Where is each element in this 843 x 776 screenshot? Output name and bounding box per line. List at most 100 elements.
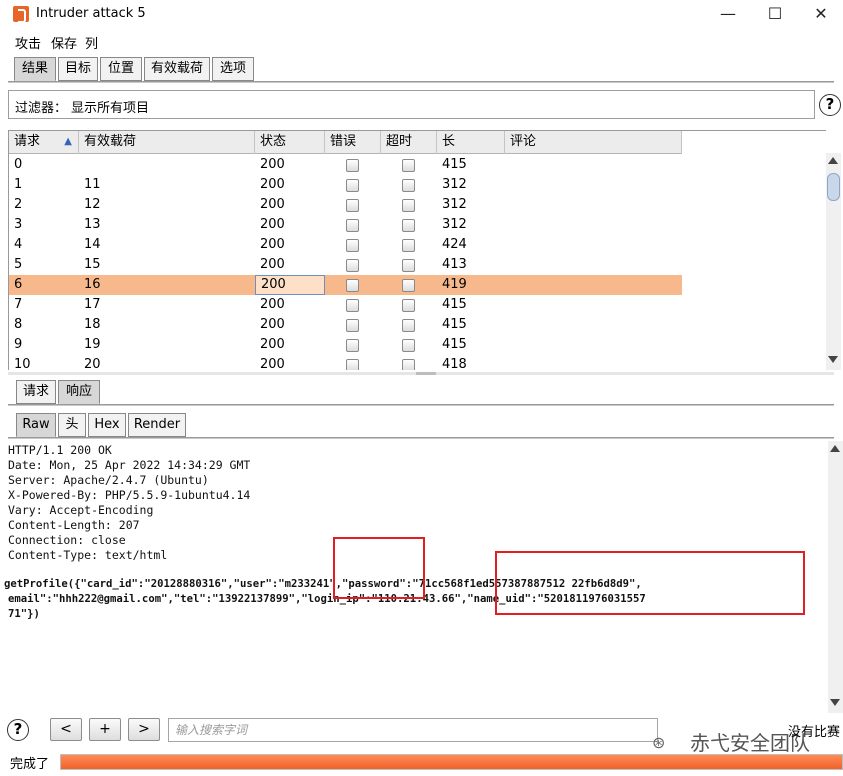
col-timeout[interactable]: 超时 (381, 131, 437, 154)
scroll-thumb[interactable] (827, 173, 840, 201)
filter-label: 过滤器： (15, 101, 68, 116)
tab-options[interactable]: 选项 (212, 57, 254, 81)
cell-request: 7 (14, 297, 23, 312)
table-header: 请求 ▲ 有效载荷 状态 错误 超时 长 评论 (9, 131, 682, 154)
close-button[interactable]: ✕ (798, 0, 843, 30)
search-bar: ? < + > 赤弋安全团队 ⊛ 没有比赛 (0, 715, 843, 755)
timeout-checkbox[interactable] (402, 339, 415, 352)
cell-request: 1 (14, 177, 23, 192)
tab-payloads[interactable]: 有效载荷 (144, 57, 210, 81)
error-checkbox[interactable] (346, 219, 359, 232)
error-checkbox[interactable] (346, 239, 359, 252)
results-table: 请求 ▲ 有效载荷 状态 错误 超时 长 评论 0 200 415 1 11 200 312… (8, 130, 826, 370)
col-status[interactable]: 状态 (255, 131, 325, 154)
error-checkbox[interactable] (346, 339, 359, 352)
table-row[interactable]: 4 14 200 424 (9, 235, 682, 255)
filter-bar[interactable]: 过滤器： 显示所有项目 (8, 90, 815, 119)
cell-length: 312 (442, 217, 467, 232)
table-row[interactable]: 5 15 200 413 (9, 255, 682, 275)
error-checkbox[interactable] (346, 179, 359, 192)
search-input[interactable] (168, 718, 658, 742)
error-checkbox[interactable] (346, 199, 359, 212)
cell-payload: 15 (84, 257, 101, 272)
tab-response[interactable]: 响应 (58, 380, 100, 404)
timeout-checkbox[interactable] (402, 199, 415, 212)
timeout-checkbox[interactable] (402, 319, 415, 332)
error-checkbox[interactable] (346, 259, 359, 272)
col-comment[interactable]: 评论 (505, 131, 682, 154)
cell-length: 418 (442, 357, 467, 370)
col-length[interactable]: 长 (437, 131, 505, 154)
prev-match-button[interactable]: < (50, 718, 82, 741)
response-viewer[interactable]: HTTP/1.1 200 OK Date: Mon, 25 Apr 2022 1… (0, 441, 828, 713)
table-row[interactable]: 2 12 200 312 (9, 195, 682, 215)
table-row[interactable]: 3 13 200 312 (9, 215, 682, 235)
cell-request: 2 (14, 197, 23, 212)
response-scrollbar[interactable] (828, 441, 843, 713)
search-help-icon[interactable]: ? (7, 719, 29, 741)
user-highlight-box (333, 537, 425, 599)
table-row[interactable]: 1 11 200 312 (9, 175, 682, 195)
minimize-button[interactable]: — (705, 0, 751, 30)
table-row[interactable]: 7 17 200 415 (9, 295, 682, 315)
tab-results[interactable]: 结果 (14, 57, 56, 81)
tab-request[interactable]: 请求 (16, 380, 56, 404)
cell-request: 6 (14, 277, 23, 292)
table-row[interactable]: 8 18 200 415 (9, 315, 682, 335)
menu-columns[interactable]: 列 (85, 33, 98, 52)
table-row[interactable]: 6 16 200 419 (9, 275, 682, 295)
tab-hex[interactable]: Hex (88, 413, 126, 437)
tab-positions[interactable]: 位置 (100, 57, 142, 81)
next-match-button[interactable]: > (128, 718, 160, 741)
timeout-checkbox[interactable] (402, 179, 415, 192)
splitter-grip[interactable] (416, 372, 436, 375)
menu-save[interactable]: 保存 (51, 33, 77, 52)
table-scrollbar[interactable] (826, 153, 841, 370)
col-payload[interactable]: 有效载荷 (79, 131, 255, 154)
timeout-checkbox[interactable] (402, 259, 415, 272)
tab-headers[interactable]: 头 (58, 413, 86, 437)
tabs-divider-2 (8, 404, 834, 406)
filter-help-icon[interactable]: ? (819, 94, 841, 116)
status-bar: 完成了 (0, 748, 843, 776)
table-row[interactable]: 0 200 415 (9, 155, 682, 175)
error-checkbox[interactable] (346, 159, 359, 172)
timeout-checkbox[interactable] (402, 359, 415, 370)
scroll-down-icon[interactable] (828, 356, 838, 363)
timeout-checkbox[interactable] (402, 239, 415, 252)
maximize-button[interactable]: ☐ (752, 0, 798, 30)
scroll-down-icon[interactable] (830, 699, 840, 706)
burp-logo-icon (13, 6, 29, 23)
table-row[interactable]: 9 19 200 415 (9, 335, 682, 355)
error-checkbox[interactable] (346, 279, 359, 292)
error-checkbox[interactable] (346, 319, 359, 332)
timeout-checkbox[interactable] (402, 219, 415, 232)
timeout-checkbox[interactable] (402, 279, 415, 292)
col-error[interactable]: 错误 (325, 131, 381, 154)
response-line: Connection: close (8, 533, 126, 547)
response-line: HTTP/1.1 200 OK (8, 443, 112, 457)
error-checkbox[interactable] (346, 299, 359, 312)
scroll-up-icon[interactable] (830, 445, 840, 452)
title-bar: Intruder attack 5 — ☐ ✕ (0, 0, 843, 30)
password-highlight-box (495, 551, 805, 615)
cell-status: 200 (260, 197, 285, 212)
cell-length: 415 (442, 317, 467, 332)
add-match-button[interactable]: + (89, 718, 121, 741)
tab-render[interactable]: Render (128, 413, 186, 437)
tabs-divider-3 (8, 437, 834, 439)
response-line: X-Powered-By: PHP/5.5.9-1ubuntu4.14 (8, 488, 251, 502)
scroll-up-icon[interactable] (828, 157, 838, 164)
timeout-checkbox[interactable] (402, 299, 415, 312)
table-row[interactable]: 10 20 200 418 (9, 355, 682, 370)
status-text: 完成了 (10, 757, 50, 772)
timeout-checkbox[interactable] (402, 159, 415, 172)
cell-payload: 17 (84, 297, 101, 312)
pane-splitter[interactable] (8, 372, 834, 375)
response-line: 71"}) (8, 608, 40, 620)
error-checkbox[interactable] (346, 359, 359, 370)
menu-attack[interactable]: 攻击 (15, 33, 41, 52)
tab-target[interactable]: 目标 (58, 57, 98, 81)
col-request[interactable]: 请求 ▲ (9, 131, 79, 154)
tab-raw[interactable]: Raw (16, 413, 56, 437)
